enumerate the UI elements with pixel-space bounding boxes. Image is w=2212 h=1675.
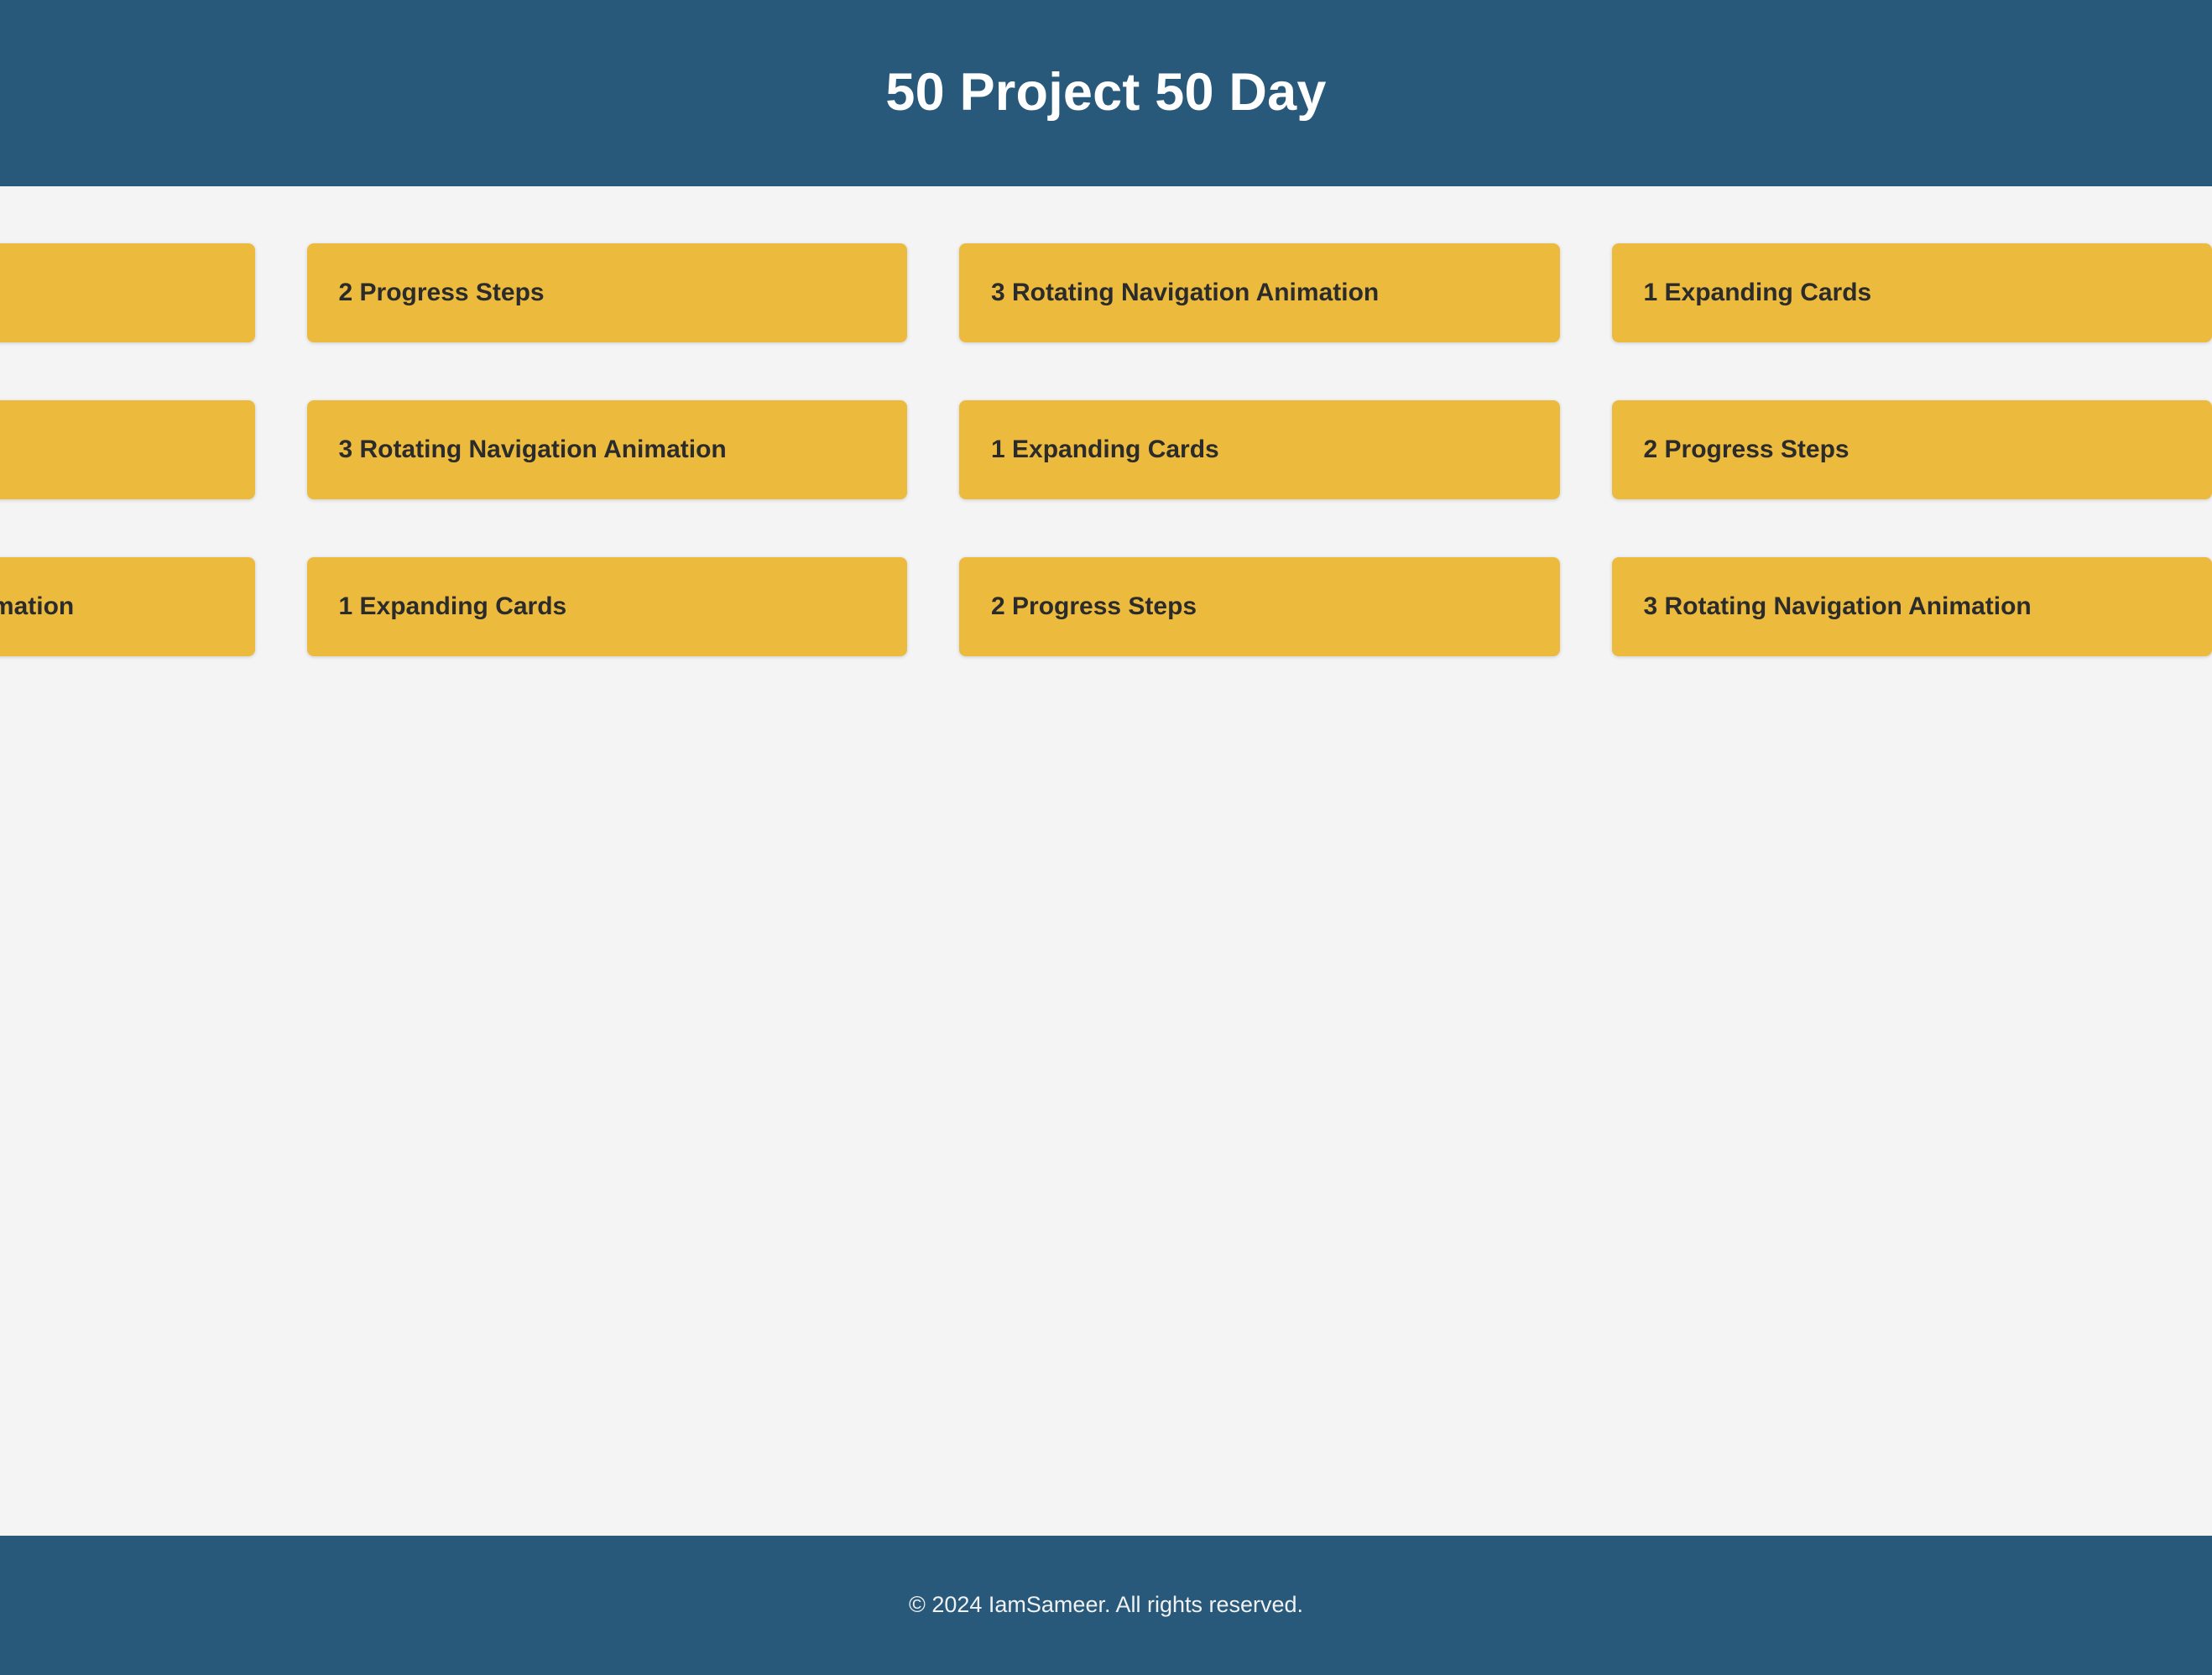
project-card[interactable]: 2 Progress Steps bbox=[959, 557, 1560, 656]
project-card[interactable]: 1 Expanding Cards bbox=[959, 400, 1560, 499]
project-card-label: 3 Rotating Navigation Animation bbox=[991, 279, 1380, 306]
site-footer: © 2024 IamSameer. All rights reserved. bbox=[0, 1536, 2212, 1675]
project-card-label: 3 Rotating Navigation Animation bbox=[0, 592, 75, 620]
site-header: 50 Project 50 Day bbox=[0, 0, 2212, 186]
project-card-label: 2 Progress Steps bbox=[338, 279, 545, 306]
project-card[interactable] bbox=[0, 243, 255, 342]
project-card[interactable]: 3 Rotating Navigation Animation bbox=[1611, 557, 2212, 656]
project-card-label: 2 Progress Steps bbox=[991, 592, 1197, 620]
main-content: 2 Progress Steps 3 Rotating Navigation An… bbox=[0, 186, 2212, 1536]
project-card-label: 3 Rotating Navigation Animation bbox=[338, 436, 727, 463]
page-title: 50 Project 50 Day bbox=[885, 63, 1327, 123]
project-card-label: 1 Expanding Cards bbox=[338, 592, 567, 620]
project-card-label: 1 Expanding Cards bbox=[991, 436, 1219, 463]
project-card[interactable]: 3 Rotating Navigation Animation bbox=[306, 400, 907, 499]
project-card[interactable]: 1 Expanding Cards bbox=[306, 557, 907, 656]
project-grid: 2 Progress Steps 3 Rotating Navigation An… bbox=[0, 243, 2212, 656]
project-card-label: 2 Progress Steps bbox=[1643, 436, 1849, 463]
project-card-label: 3 Rotating Navigation Animation bbox=[1643, 592, 2032, 620]
project-card-label: 1 Expanding Cards bbox=[1643, 279, 1872, 306]
project-card[interactable]: 1 Expanding Cards bbox=[1611, 243, 2212, 342]
project-card[interactable]: 3 Rotating Navigation Animation bbox=[959, 243, 1560, 342]
project-card[interactable]: 2 Progress Steps bbox=[306, 243, 907, 342]
footer-copyright: © 2024 IamSameer. All rights reserved. bbox=[908, 1592, 1304, 1618]
project-card[interactable]: 2 Progress Steps bbox=[1611, 400, 2212, 499]
project-card[interactable]: 3 Rotating Navigation Animation bbox=[0, 557, 255, 656]
project-card[interactable] bbox=[0, 400, 255, 499]
